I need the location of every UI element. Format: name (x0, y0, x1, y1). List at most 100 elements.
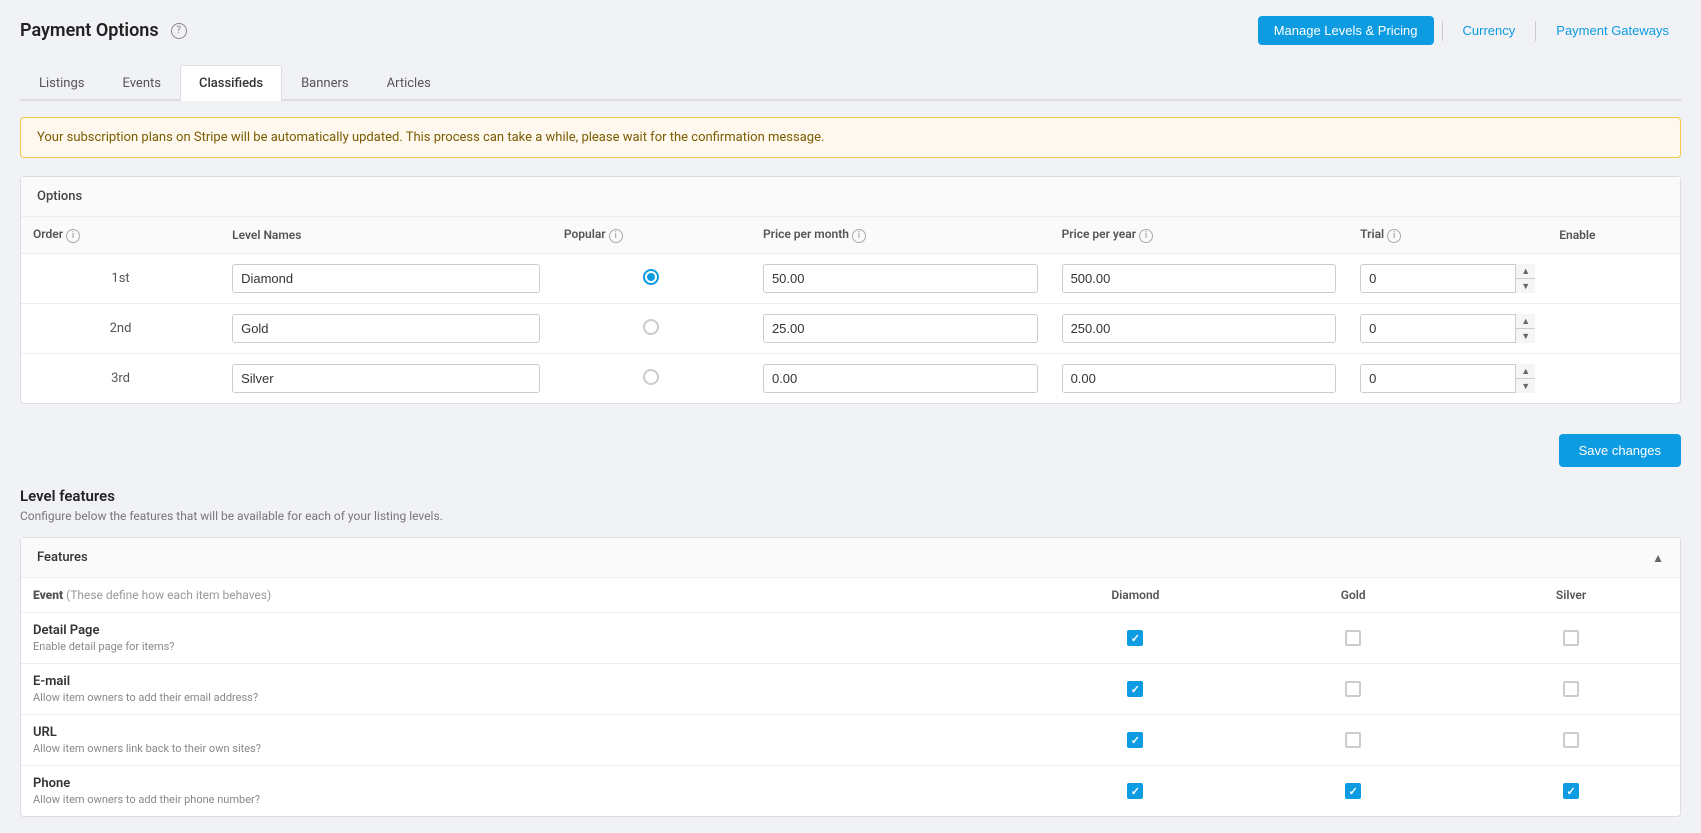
feature-diamond-cell (1026, 664, 1244, 715)
features-label: Features (37, 550, 88, 565)
feature-checkbox[interactable] (1127, 783, 1143, 799)
options-card: Options Order i Level Names Popular i Pr… (20, 176, 1681, 404)
feature-checkbox[interactable] (1563, 783, 1579, 799)
price-month-cell (751, 354, 1050, 404)
table-row: URL Allow item owners link back to their… (21, 715, 1680, 766)
save-changes-button[interactable]: Save changes (1559, 434, 1681, 467)
feature-silver-cell (1462, 766, 1680, 817)
spinner-up[interactable]: ▲ (1516, 314, 1535, 329)
level-name-cell (220, 254, 552, 304)
feature-gold-cell (1244, 715, 1462, 766)
feature-name-cell: URL Allow item owners link back to their… (21, 715, 1026, 766)
spinner-down[interactable]: ▼ (1516, 329, 1535, 343)
features-card-header[interactable]: Features ▲ (21, 538, 1680, 578)
tab-classifieds[interactable]: Classifieds (180, 65, 282, 101)
order-cell: 2nd (21, 304, 220, 354)
level-features-title: Level features (20, 487, 1681, 505)
checkbox-wrap (1038, 783, 1232, 799)
trial-input[interactable] (1360, 364, 1535, 393)
trial-info-icon[interactable]: i (1387, 229, 1401, 243)
price-year-input[interactable] (1062, 364, 1337, 393)
save-btn-row: Save changes (20, 424, 1681, 477)
price-month-cell (751, 254, 1050, 304)
feature-name: URL (33, 725, 1014, 740)
level-name-input[interactable] (232, 364, 540, 393)
price-year-cell (1050, 254, 1349, 304)
trial-cell: ▲ ▼ (1348, 254, 1547, 304)
order-cell: 1st (21, 254, 220, 304)
tab-listings[interactable]: Listings (20, 65, 103, 101)
level-name-input[interactable] (232, 314, 540, 343)
feature-gold-cell (1244, 613, 1462, 664)
tab-banners[interactable]: Banners (282, 65, 368, 101)
popular-info-icon[interactable]: i (609, 229, 623, 243)
th-popular: Popular i (552, 217, 751, 254)
feature-silver-cell (1462, 613, 1680, 664)
price-year-input[interactable] (1062, 264, 1337, 293)
trial-cell: ▲ ▼ (1348, 304, 1547, 354)
ppy-info-icon[interactable]: i (1139, 229, 1153, 243)
spinner-up[interactable]: ▲ (1516, 364, 1535, 379)
spinner-down[interactable]: ▼ (1516, 379, 1535, 393)
level-features-subtitle: Configure below the features that will b… (20, 509, 1681, 523)
price-year-cell (1050, 304, 1349, 354)
ppm-info-icon[interactable]: i (852, 229, 866, 243)
feature-checkbox[interactable] (1563, 732, 1579, 748)
enable-cell (1547, 304, 1680, 354)
price-month-input[interactable] (763, 364, 1038, 393)
feature-checkbox[interactable] (1345, 783, 1361, 799)
trial-input[interactable] (1360, 264, 1535, 293)
feature-desc: Allow item owners link back to their own… (33, 742, 1014, 755)
spinner-up[interactable]: ▲ (1516, 264, 1535, 279)
trial-input-wrap: ▲ ▼ (1360, 314, 1535, 343)
tab-events[interactable]: Events (103, 65, 179, 101)
page-title: Payment Options (20, 20, 159, 41)
tab-articles[interactable]: Articles (368, 65, 450, 101)
level-features-section: Level features Configure below the featu… (20, 487, 1681, 817)
price-month-cell (751, 304, 1050, 354)
feature-name-cell: E-mail Allow item owners to add their em… (21, 664, 1026, 715)
feature-checkbox[interactable] (1563, 681, 1579, 697)
popular-radio[interactable] (643, 269, 659, 285)
price-month-input[interactable] (763, 264, 1038, 293)
payment-gateways-link[interactable]: Payment Gateways (1544, 16, 1681, 45)
feature-diamond-cell (1026, 715, 1244, 766)
checkbox-wrap (1038, 732, 1232, 748)
feature-checkbox[interactable] (1345, 681, 1361, 697)
feature-name: E-mail (33, 674, 1014, 689)
feature-checkbox[interactable] (1127, 732, 1143, 748)
spinner-down[interactable]: ▼ (1516, 279, 1535, 293)
trial-spinners: ▲ ▼ (1515, 264, 1535, 293)
feature-checkbox[interactable] (1127, 681, 1143, 697)
trial-input[interactable] (1360, 314, 1535, 343)
options-card-header: Options (21, 177, 1680, 217)
feature-checkbox[interactable] (1345, 630, 1361, 646)
help-icon[interactable]: ? (171, 23, 187, 39)
feature-checkbox[interactable] (1563, 630, 1579, 646)
checkbox-wrap (1038, 630, 1232, 646)
trial-input-wrap: ▲ ▼ (1360, 364, 1535, 393)
enable-cell (1547, 254, 1680, 304)
th-diamond: Diamond (1026, 578, 1244, 613)
th-order: Order i (21, 217, 220, 254)
table-row: 1st ▲ ▼ (21, 254, 1680, 304)
th-gold: Gold (1244, 578, 1462, 613)
order-info-icon[interactable]: i (66, 229, 80, 243)
level-name-input[interactable] (232, 264, 540, 293)
price-month-input[interactable] (763, 314, 1038, 343)
feature-name: Detail Page (33, 623, 1014, 638)
level-name-cell (220, 304, 552, 354)
manage-levels-button[interactable]: Manage Levels & Pricing (1258, 16, 1434, 45)
feature-gold-cell (1244, 664, 1462, 715)
features-table: Event (These define how each item behave… (21, 578, 1680, 816)
feature-checkbox[interactable] (1345, 732, 1361, 748)
feature-checkbox[interactable] (1127, 630, 1143, 646)
th-event: Event (These define how each item behave… (21, 578, 1026, 613)
popular-radio[interactable] (643, 319, 659, 335)
popular-radio[interactable] (643, 369, 659, 385)
currency-link[interactable]: Currency (1451, 16, 1528, 45)
features-card: Features ▲ Event (These define how each … (20, 537, 1681, 817)
feature-name-cell: Detail Page Enable detail page for items… (21, 613, 1026, 664)
price-year-input[interactable] (1062, 314, 1337, 343)
stripe-alert: Your subscription plans on Stripe will b… (20, 117, 1681, 158)
